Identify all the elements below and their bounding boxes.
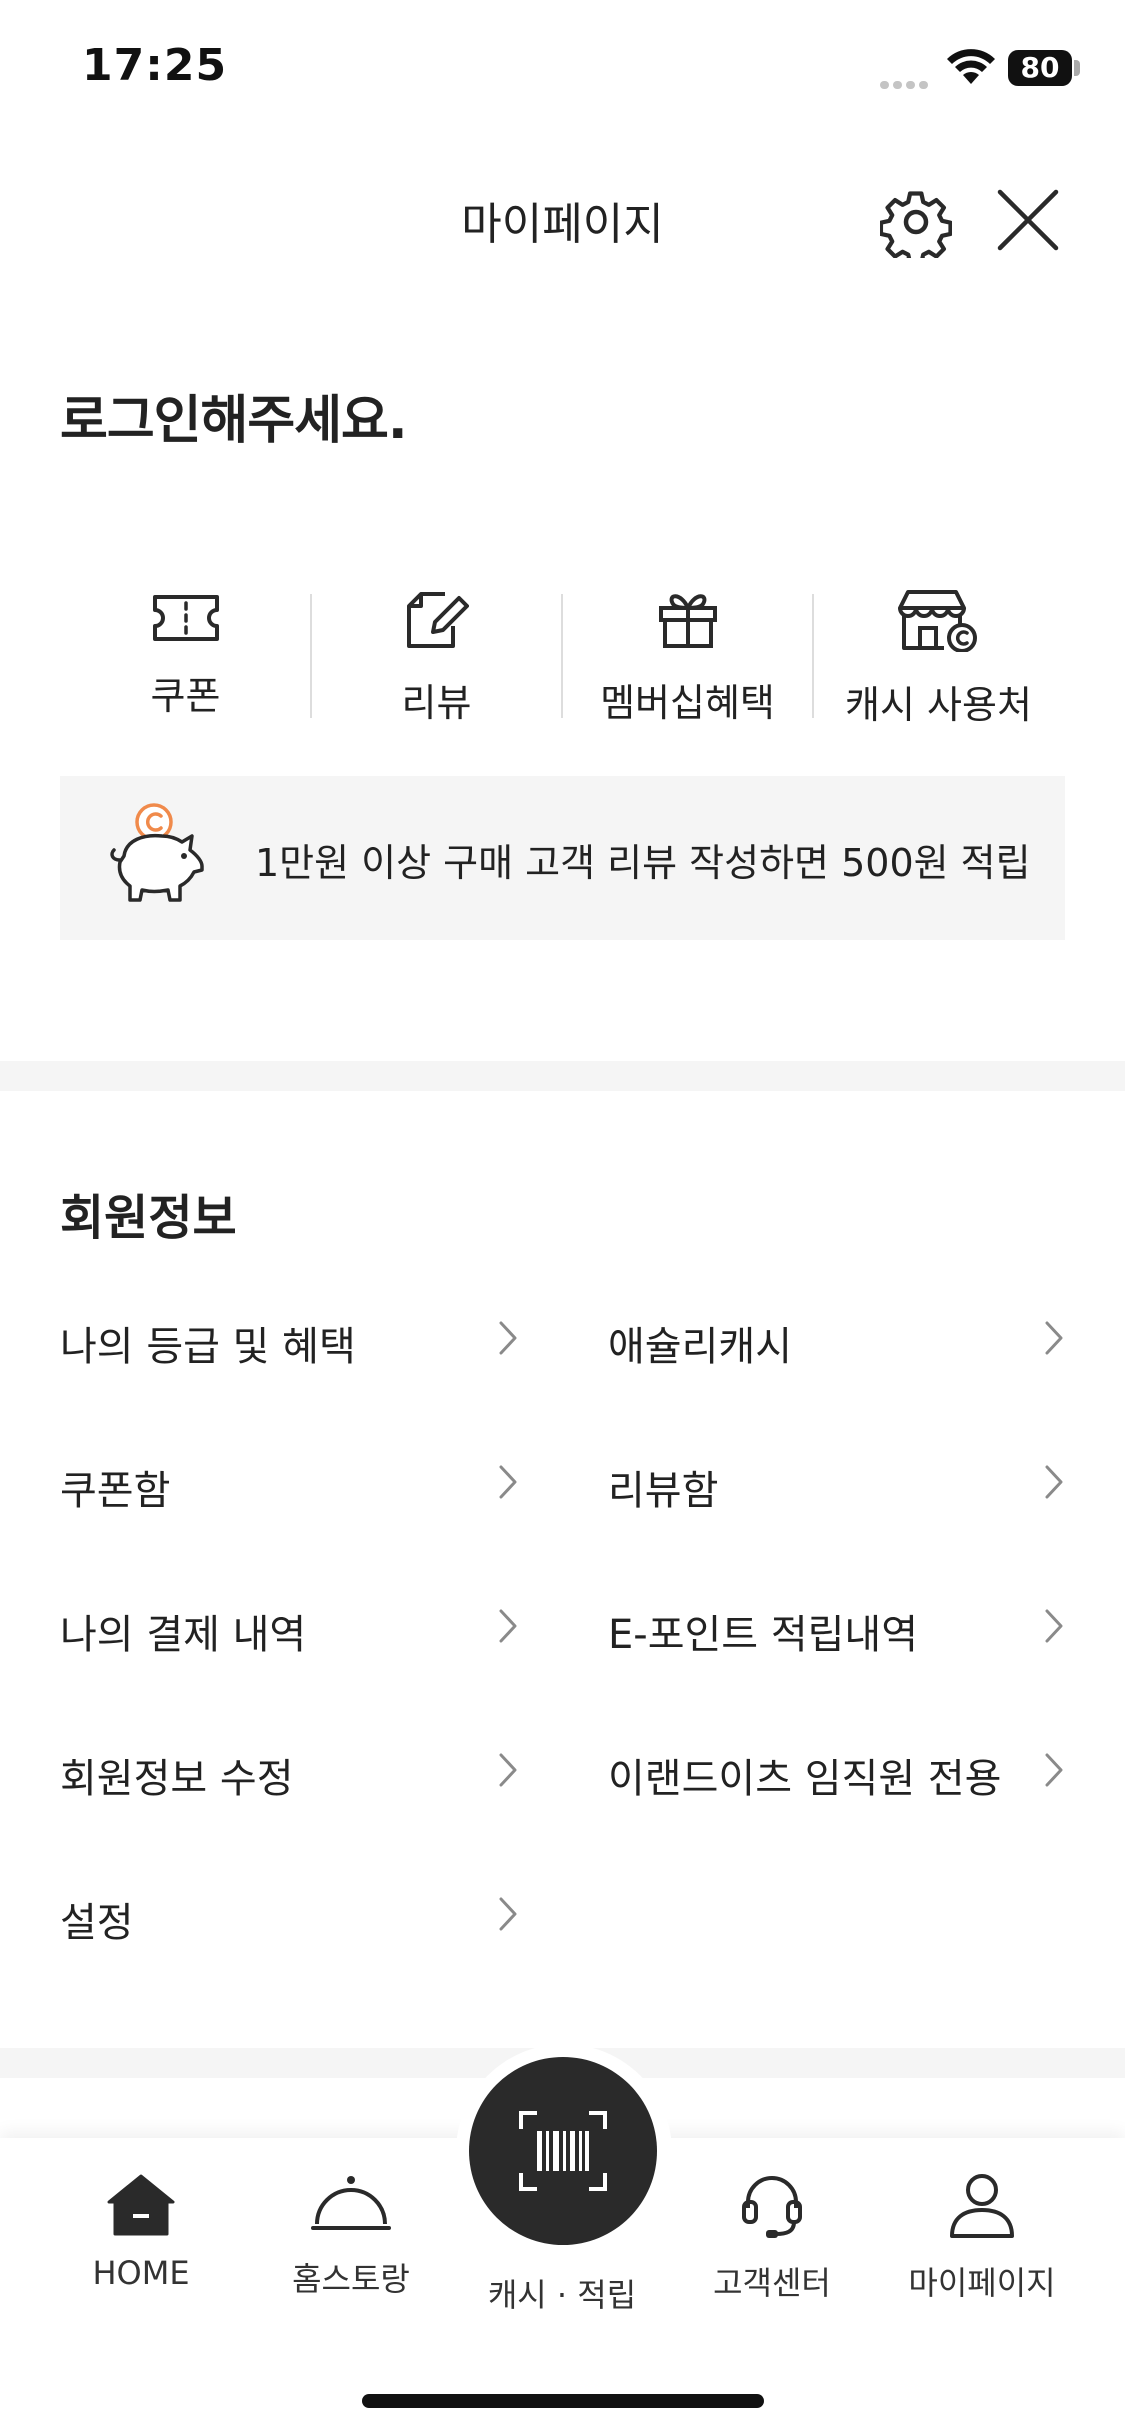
quick-menu-label: 캐시 사용처 (845, 683, 1032, 727)
barcode-scan-icon (519, 2111, 607, 2191)
menu-item-edit-profile[interactable]: 회원정보 수정 (60, 1740, 520, 1802)
menu-label: 나의 결제 내역 (60, 1612, 307, 1658)
nav-cash-barcode-button[interactable] (469, 2057, 657, 2245)
menu-label: 쿠폰함 (60, 1468, 171, 1514)
chevron-right-icon (499, 1321, 517, 1355)
menu-label: 애슐리캐시 (608, 1324, 792, 1370)
chevron-right-icon (499, 1609, 517, 1643)
section-title: 회원정보 (60, 1190, 237, 1246)
divider (812, 594, 814, 718)
chevron-right-icon (1045, 1465, 1063, 1499)
nav-label: 캐시 · 적립 (487, 2276, 637, 2314)
home-indicator[interactable] (362, 2394, 764, 2408)
cellular-signal-icon (880, 74, 934, 89)
menu-item-coupon-box[interactable]: 쿠폰함 (60, 1452, 520, 1514)
wifi-icon (947, 49, 995, 84)
person-icon (950, 2174, 1014, 2238)
nav-mypage[interactable]: 마이페이지 (882, 2172, 1082, 2304)
store-cash-icon (897, 590, 977, 652)
divider (561, 594, 563, 718)
home-icon (107, 2174, 175, 2236)
nav-homestaurant[interactable]: 홈스토랑 (251, 2172, 451, 2300)
banner-text: 1만원 이상 구매 고객 리뷰 작성하면 500원 적립 (255, 841, 1031, 885)
edit-document-icon (406, 592, 469, 648)
ticket-icon (152, 595, 219, 641)
battery-indicator: 80 (1008, 50, 1072, 86)
menu-label: E-포인트 적립내역 (608, 1612, 919, 1658)
divider (310, 594, 312, 718)
quick-menu-membership[interactable]: 멤버십혜택 (562, 580, 813, 725)
close-icon[interactable] (996, 188, 1060, 252)
nav-label: 고객센터 (713, 2264, 831, 2302)
menu-item-ashley-cash[interactable]: 애슐리캐시 (608, 1308, 1068, 1370)
section-divider (0, 1061, 1125, 1091)
menu-label: 리뷰함 (608, 1468, 719, 1514)
quick-menu: 쿠폰 리뷰 멤버십혜택 캐시 사용처 (60, 580, 1064, 727)
nav-cash-earn[interactable]: 캐시 · 적립 (462, 2258, 662, 2316)
menu-label: 이랜드이츠 임직원 전용 (608, 1756, 1002, 1802)
quick-menu-coupon[interactable]: 쿠폰 (60, 580, 311, 720)
chevron-right-icon (1045, 1753, 1063, 1787)
headset-icon (742, 2176, 802, 2238)
menu-label: 설정 (60, 1900, 134, 1946)
piggy-bank-coin-icon (110, 803, 204, 902)
login-prompt[interactable]: 로그인해주세요. (60, 378, 408, 453)
chevron-right-icon (1045, 1321, 1063, 1355)
chevron-right-icon (499, 1897, 517, 1931)
status-time: 17:25 (82, 40, 228, 91)
menu-label: 회원정보 수정 (60, 1756, 294, 1802)
menu-label: 나의 등급 및 혜택 (60, 1324, 356, 1370)
menu-item-settings[interactable]: 설정 (60, 1884, 520, 1946)
battery-cap (1074, 60, 1080, 76)
menu-item-grade-benefits[interactable]: 나의 등급 및 혜택 (60, 1308, 520, 1370)
gift-icon (658, 594, 717, 648)
nav-home[interactable]: HOME (41, 2172, 241, 2292)
menu-item-epoint-history[interactable]: E-포인트 적립내역 (608, 1596, 1068, 1658)
nav-label: 홈스토랑 (292, 2260, 410, 2298)
quick-menu-review[interactable]: 리뷰 (311, 580, 562, 725)
nav-label: 마이페이지 (908, 2264, 1056, 2302)
chevron-right-icon (499, 1465, 517, 1499)
nav-label: HOME (92, 2254, 190, 2292)
quick-menu-label: 멤버십혜택 (600, 681, 775, 725)
chevron-right-icon (499, 1753, 517, 1787)
menu-item-employee-only[interactable]: 이랜드이츠 임직원 전용 (608, 1740, 1068, 1802)
gear-icon[interactable] (880, 186, 952, 258)
chevron-right-icon (1045, 1609, 1063, 1643)
quick-menu-cash-store[interactable]: 캐시 사용처 (813, 580, 1064, 727)
page-title: 마이페이지 (461, 199, 664, 250)
quick-menu-label: 쿠폰 (150, 674, 221, 718)
nav-customer-center[interactable]: 고객센터 (672, 2172, 872, 2304)
quick-menu-label: 리뷰 (401, 681, 472, 725)
menu-item-review-box[interactable]: 리뷰함 (608, 1452, 1068, 1514)
menu-item-payment-history[interactable]: 나의 결제 내역 (60, 1596, 520, 1658)
cloche-icon (311, 2176, 391, 2230)
